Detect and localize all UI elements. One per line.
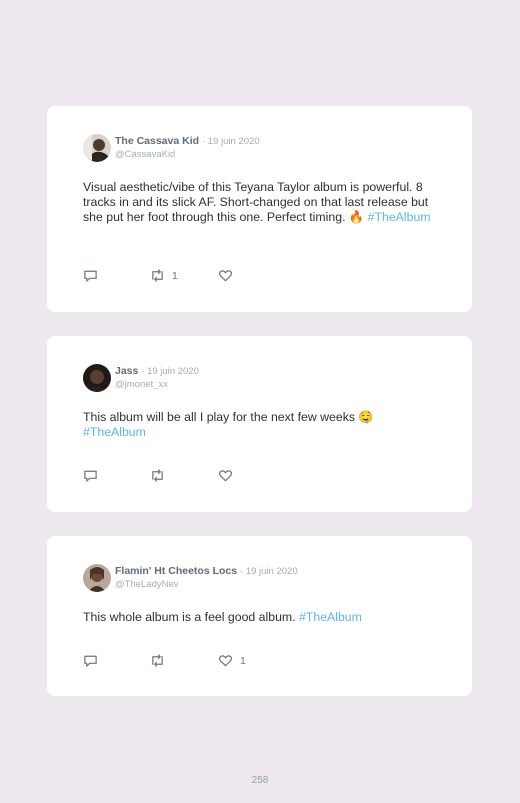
tweet-actions: 1	[83, 268, 283, 284]
retweet-button[interactable]	[150, 653, 172, 668]
tweet-date[interactable]: · 19 juin 2020	[202, 136, 260, 147]
reply-icon	[84, 655, 97, 667]
tweet-date[interactable]: · 19 juin 2020	[141, 366, 199, 377]
author-handle[interactable]: @CassavaKid	[115, 149, 260, 160]
retweet-count: 1	[172, 269, 178, 282]
hashtag-link[interactable]: #TheAlbum	[299, 610, 362, 624]
tweet-text: Visual aesthetic/vibe of this Teyana Tay…	[83, 180, 448, 225]
author-name[interactable]: The Cassava Kid	[115, 135, 199, 147]
avatar[interactable]	[83, 364, 111, 392]
author-name[interactable]: Flamin' Ht Cheetos Locs	[115, 565, 237, 577]
tweet-card: The Cassava Kid · 19 juin 2020 @CassavaK…	[47, 106, 472, 312]
reply-button[interactable]	[83, 468, 105, 483]
like-button[interactable]	[218, 468, 240, 483]
tweet-actions: 1	[83, 653, 283, 669]
tweet-card: Flamin' Ht Cheetos Locs · 19 juin 2020 @…	[47, 536, 472, 696]
reply-icon	[84, 270, 97, 282]
like-button[interactable]	[218, 268, 240, 283]
tweet-actions	[83, 468, 283, 484]
hashtag-link[interactable]: #TheAlbum	[83, 425, 146, 439]
tweet-body: This whole album is a feel good album.	[83, 610, 296, 624]
heart-icon	[218, 470, 233, 482]
reply-icon	[84, 470, 97, 482]
tweet-header: The Cassava Kid · 19 juin 2020 @CassavaK…	[115, 135, 260, 160]
avatar[interactable]	[83, 134, 111, 162]
tweet-header: Flamin' Ht Cheetos Locs · 19 juin 2020 @…	[115, 565, 298, 590]
hashtag-link[interactable]: #TheAlbum	[368, 210, 431, 224]
retweet-icon	[152, 269, 163, 282]
reply-button[interactable]	[83, 268, 105, 283]
author-handle[interactable]: @jmonet_xx	[115, 379, 199, 390]
retweet-button[interactable]: 1	[150, 268, 178, 283]
tweet-card: Jass · 19 juin 2020 @jmonet_xx This albu…	[47, 336, 472, 512]
tweet-header: Jass · 19 juin 2020 @jmonet_xx	[115, 365, 199, 390]
heart-icon	[218, 655, 233, 667]
tweet-date[interactable]: · 19 juin 2020	[240, 566, 298, 577]
reply-button[interactable]	[83, 653, 105, 668]
like-button[interactable]: 1	[218, 653, 246, 668]
heart-icon	[218, 270, 233, 282]
avatar[interactable]	[83, 564, 111, 592]
tweet-text: This whole album is a feel good album. #…	[83, 610, 448, 625]
retweet-icon	[152, 469, 163, 482]
retweet-button[interactable]	[150, 468, 172, 483]
tweet-body: This album will be all I play for the ne…	[83, 410, 374, 424]
like-count: 1	[240, 654, 246, 667]
author-name[interactable]: Jass	[115, 365, 138, 377]
tweet-text: This album will be all I play for the ne…	[83, 410, 448, 440]
page-number: 258	[251, 775, 269, 786]
retweet-icon	[152, 654, 163, 667]
author-handle[interactable]: @TheLadyNev	[115, 579, 298, 590]
